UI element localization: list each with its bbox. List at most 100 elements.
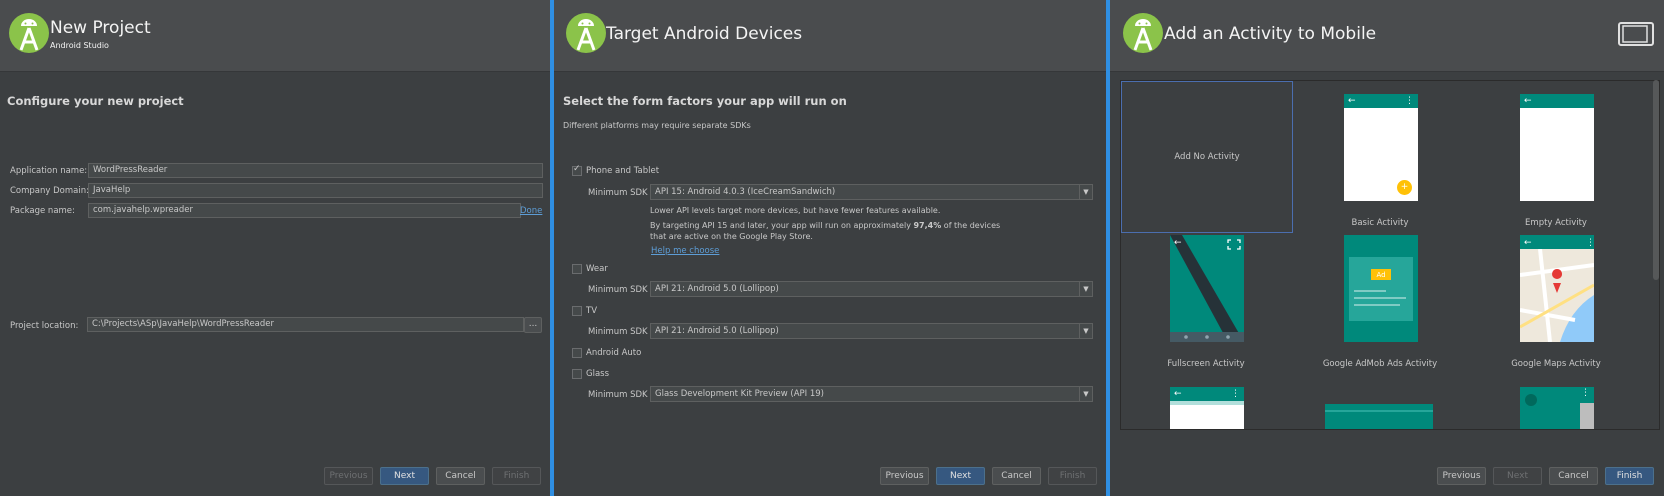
app-bar: ← ⋮: [1344, 94, 1418, 108]
activity-tile-empty[interactable]: ← Empty Activity: [1471, 81, 1645, 233]
glass-label: Glass: [586, 369, 610, 379]
wear-label: Wear: [586, 264, 608, 274]
activity-label: Google Maps Activity: [1511, 359, 1601, 369]
project-location-input[interactable]: C:\Projects\ASp\JavaHelp\WordPressReader: [87, 317, 524, 332]
glass-checkbox[interactable]: [572, 369, 582, 379]
activity-tile-partial[interactable]: ⋮: [1520, 387, 1594, 429]
activity-preview: ← ⋮: [1520, 235, 1594, 342]
sdk-note-levels: Lower API levels target more devices, bu…: [650, 206, 941, 215]
previous-button[interactable]: Previous: [880, 467, 929, 485]
phone-min-sdk-dropdown[interactable]: API 15: Android 4.0.3 (IceCreamSandwich)…: [650, 184, 1093, 200]
overflow-menu-icon: ⋮: [1581, 388, 1590, 398]
finish-button[interactable]: Finish: [1048, 467, 1097, 485]
panel-target-devices: Target Android Devices Select the form f…: [554, 0, 1106, 496]
android-studio-logo-icon: [1123, 13, 1163, 53]
device-tablet-icon: [1618, 22, 1654, 46]
activity-gallery[interactable]: Add No Activity ← ⋮ + Basic Activity ← Em…: [1120, 80, 1660, 430]
section-title: Configure your new project: [7, 94, 184, 108]
glass-min-sdk-label: Minimum SDK: [588, 390, 648, 400]
sdk-note-coverage-c: of the devices: [941, 221, 1001, 230]
gallery-scrollbar[interactable]: [1653, 80, 1659, 280]
activity-preview: ← ⋮ +: [1344, 94, 1418, 201]
window-title: New Project: [50, 18, 151, 38]
avatar: [1525, 394, 1537, 406]
previous-button[interactable]: Previous: [324, 467, 373, 485]
window-title: Add an Activity to Mobile: [1164, 24, 1377, 44]
chevron-down-icon: ▼: [1079, 282, 1092, 296]
wear-min-sdk-value: API 21: Android 5.0 (Lollipop): [655, 284, 779, 294]
cancel-button[interactable]: Cancel: [1549, 467, 1598, 485]
android-auto-checkbox[interactable]: [572, 348, 582, 358]
android-studio-logo-icon: [566, 13, 606, 53]
fab-icon: +: [1397, 180, 1412, 195]
drawer-strip: [1170, 401, 1244, 405]
header-bar: Add an Activity to Mobile: [1110, 0, 1664, 72]
back-arrow-icon: ←: [1524, 96, 1532, 106]
svg-text:←: ←: [1524, 238, 1532, 248]
tv-min-sdk-value: API 21: Android 5.0 (Lollipop): [655, 326, 779, 336]
browse-location-button[interactable]: ...: [524, 317, 542, 333]
previous-button[interactable]: Previous: [1437, 467, 1486, 485]
tv-min-sdk-label: Minimum SDK: [588, 327, 648, 337]
activity-tile-partial[interactable]: ← ⋮: [1170, 387, 1244, 429]
glass-min-sdk-dropdown[interactable]: Glass Development Kit Preview (API 19) ▼: [650, 386, 1093, 402]
phone-min-sdk-label: Minimum SDK: [588, 188, 648, 198]
activity-preview: ←: [1170, 235, 1244, 342]
android-auto-label: Android Auto: [586, 348, 642, 358]
activity-tile-none[interactable]: Add No Activity: [1121, 81, 1293, 233]
tv-label: TV: [586, 306, 598, 316]
header-bar: New Project Android Studio: [0, 0, 550, 72]
next-button[interactable]: Next: [1493, 467, 1542, 485]
window-title: Target Android Devices: [606, 24, 803, 44]
cancel-button[interactable]: Cancel: [436, 467, 485, 485]
phone-tablet-label: Phone and Tablet: [586, 166, 660, 176]
project-location-label: Project location:: [10, 321, 79, 331]
activity-tile-maps[interactable]: ← ⋮ Google Maps Activity: [1471, 235, 1645, 385]
phone-tablet-checkbox[interactable]: [572, 164, 582, 176]
activity-tile-basic[interactable]: ← ⋮ + Basic Activity: [1295, 81, 1469, 233]
company-domain-input[interactable]: JavaHelp: [88, 183, 543, 198]
section-title: Select the form factors your app will ru…: [563, 94, 847, 108]
app-name-label: Application name:: [10, 166, 88, 176]
activity-preview: ←: [1520, 94, 1594, 201]
section-subtitle: Different platforms may require separate…: [563, 121, 751, 130]
back-arrow-icon: ←: [1348, 96, 1356, 106]
package-name-label: Package name:: [10, 206, 75, 216]
activity-tile-admob[interactable]: Ad Google AdMob Ads Activity: [1295, 235, 1469, 385]
glass-min-sdk-value: Glass Development Kit Preview (API 19): [655, 389, 824, 399]
finish-button[interactable]: Finish: [492, 467, 541, 485]
help-me-choose-link[interactable]: Help me choose: [651, 246, 719, 256]
app-name-input[interactable]: WordPressReader: [88, 163, 543, 178]
overflow-menu-icon: ⋮: [1405, 96, 1414, 106]
activity-label: Fullscreen Activity: [1167, 359, 1245, 369]
side-panel: [1580, 403, 1594, 429]
activity-tile-fullscreen[interactable]: ← Fullscreen Activity: [1121, 235, 1293, 385]
activity-preview: ← ⋮: [1170, 387, 1244, 429]
svg-text:←: ←: [1174, 238, 1182, 248]
app-bar: ←: [1520, 94, 1594, 108]
activity-label: Google AdMob Ads Activity: [1322, 359, 1438, 369]
sdk-note-coverage: By targeting API 15 and later, your app …: [650, 220, 1000, 231]
package-done-link[interactable]: Done: [520, 206, 542, 216]
activity-tile-partial[interactable]: [1325, 404, 1433, 429]
wear-checkbox[interactable]: [572, 264, 582, 274]
next-button[interactable]: Next: [936, 467, 985, 485]
next-button[interactable]: Next: [380, 467, 429, 485]
phone-min-sdk-value: API 15: Android 4.0.3 (IceCreamSandwich): [655, 187, 836, 197]
chevron-down-icon: ▼: [1079, 324, 1092, 338]
window-subtitle: Android Studio: [50, 41, 109, 50]
panel-new-project: New Project Android Studio Configure you…: [0, 0, 550, 496]
wear-min-sdk-dropdown[interactable]: API 21: Android 5.0 (Lollipop) ▼: [650, 281, 1093, 297]
activity-label: Empty Activity: [1525, 218, 1587, 228]
chevron-down-icon: ▼: [1079, 185, 1092, 199]
header-bar: Target Android Devices: [554, 0, 1106, 72]
activity-label: Basic Activity: [1351, 218, 1409, 228]
finish-button[interactable]: Finish: [1605, 467, 1654, 485]
cancel-button[interactable]: Cancel: [992, 467, 1041, 485]
tv-checkbox[interactable]: [572, 306, 582, 316]
tab-strip: [1325, 410, 1433, 412]
company-domain-label: Company Domain:: [10, 186, 89, 196]
app-bar: ← ⋮: [1170, 387, 1244, 401]
sdk-note-store: that are active on the Google Play Store…: [650, 232, 813, 241]
tv-min-sdk-dropdown[interactable]: API 21: Android 5.0 (Lollipop) ▼: [650, 323, 1093, 339]
